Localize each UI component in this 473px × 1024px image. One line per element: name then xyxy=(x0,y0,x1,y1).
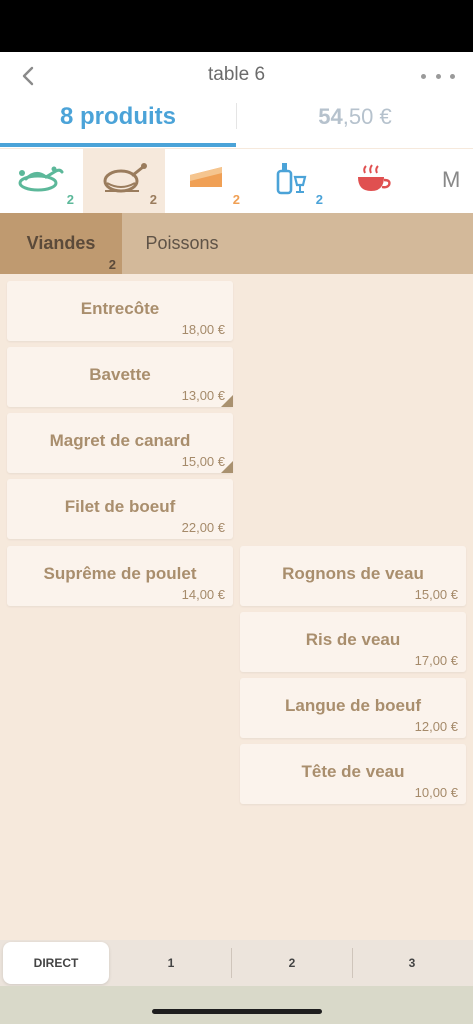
options-corner-marker xyxy=(221,461,233,473)
home-indicator[interactable] xyxy=(152,1009,322,1014)
total-decimal: ,50 € xyxy=(342,104,392,129)
product-card[interactable]: Magret de canard 15,00 € xyxy=(7,413,233,473)
active-tab-indicator xyxy=(0,143,236,147)
product-name: Filet de boeuf xyxy=(64,497,176,516)
product-name: Suprême de poulet xyxy=(43,564,197,583)
category-badge: 2 xyxy=(232,192,240,207)
category-drinks[interactable]: 2 xyxy=(249,149,331,213)
category-bar: 2 2 2 2 M xyxy=(0,149,473,213)
category-badge: 2 xyxy=(66,192,74,207)
subtab-label: Viandes xyxy=(26,233,96,253)
product-name: Rognons de veau xyxy=(282,564,424,583)
product-name: Bavette xyxy=(89,365,151,384)
subcategory-bar: Viandes 2 Poissons xyxy=(0,213,473,274)
product-name: Tête de veau xyxy=(301,762,405,781)
more-dots-icon xyxy=(435,73,441,79)
product-name: Ris de veau xyxy=(305,630,401,649)
product-card[interactable]: Bavette 13,00 € xyxy=(7,347,233,407)
category-desserts[interactable]: 2 xyxy=(166,149,248,213)
product-price: 13,00 € xyxy=(181,388,225,403)
product-name: Entrecôte xyxy=(80,299,160,318)
segment-1[interactable]: 1 xyxy=(111,942,231,984)
segment-direct[interactable]: DIRECT xyxy=(3,942,109,984)
wine-bottle-glass-icon xyxy=(276,163,307,195)
more-dots-icon xyxy=(450,73,455,79)
product-name: Langue de boeuf xyxy=(285,696,421,715)
product-card[interactable]: Langue de boeuf 12,00 € xyxy=(240,678,466,738)
total-amount[interactable]: 54,50 € xyxy=(237,100,473,134)
product-price: 15,00 € xyxy=(181,454,225,469)
status-bar xyxy=(0,0,473,52)
category-badge: 2 xyxy=(315,192,323,207)
category-meats[interactable]: 2 xyxy=(83,149,165,213)
product-card[interactable]: Filet de boeuf 22,00 € xyxy=(7,479,233,539)
subtab-label: Poissons xyxy=(145,233,219,253)
cake-slice-icon xyxy=(190,167,222,187)
total-integer: 54 xyxy=(318,104,343,129)
product-card[interactable]: Entrecôte 18,00 € xyxy=(7,281,233,341)
product-price: 14,00 € xyxy=(181,587,225,602)
course-selector: DIRECT 1 2 3 xyxy=(0,940,473,986)
product-card[interactable]: Suprême de poulet 14,00 € xyxy=(7,546,233,606)
options-corner-marker xyxy=(221,395,233,407)
category-badge: 2 xyxy=(149,192,157,207)
subtab-badge: 2 xyxy=(108,257,116,272)
page-title: table 6 xyxy=(207,64,266,85)
segment-2[interactable]: 2 xyxy=(232,942,352,984)
product-price: 15,00 € xyxy=(414,587,458,602)
vegetable-plate-icon xyxy=(18,166,64,192)
product-card[interactable]: Tête de veau 10,00 € xyxy=(240,744,466,804)
more-options-button[interactable] xyxy=(421,64,455,88)
category-vegetables[interactable]: 2 xyxy=(0,149,82,213)
segment-3[interactable]: 3 xyxy=(353,942,471,984)
subtab-viandes[interactable]: Viandes 2 xyxy=(0,213,122,274)
product-price: 17,00 € xyxy=(414,653,458,668)
product-price: 12,00 € xyxy=(414,719,458,734)
roast-chicken-icon xyxy=(103,163,147,193)
product-count-tab[interactable]: 8 produits xyxy=(0,100,236,146)
home-indicator-area xyxy=(0,986,473,1024)
product-name: Magret de canard xyxy=(49,431,191,450)
product-card[interactable]: Rognons de veau 15,00 € xyxy=(240,546,466,606)
product-price: 10,00 € xyxy=(414,785,458,800)
product-price: 22,00 € xyxy=(181,520,225,535)
more-dots-icon xyxy=(421,73,426,79)
category-more-label[interactable]: M xyxy=(442,167,460,193)
hot-cup-icon xyxy=(358,164,391,191)
product-price: 18,00 € xyxy=(181,322,225,337)
subtab-poissons[interactable]: Poissons xyxy=(122,213,242,274)
category-hot-drinks[interactable] xyxy=(332,149,414,213)
product-card[interactable]: Ris de veau 17,00 € xyxy=(240,612,466,672)
